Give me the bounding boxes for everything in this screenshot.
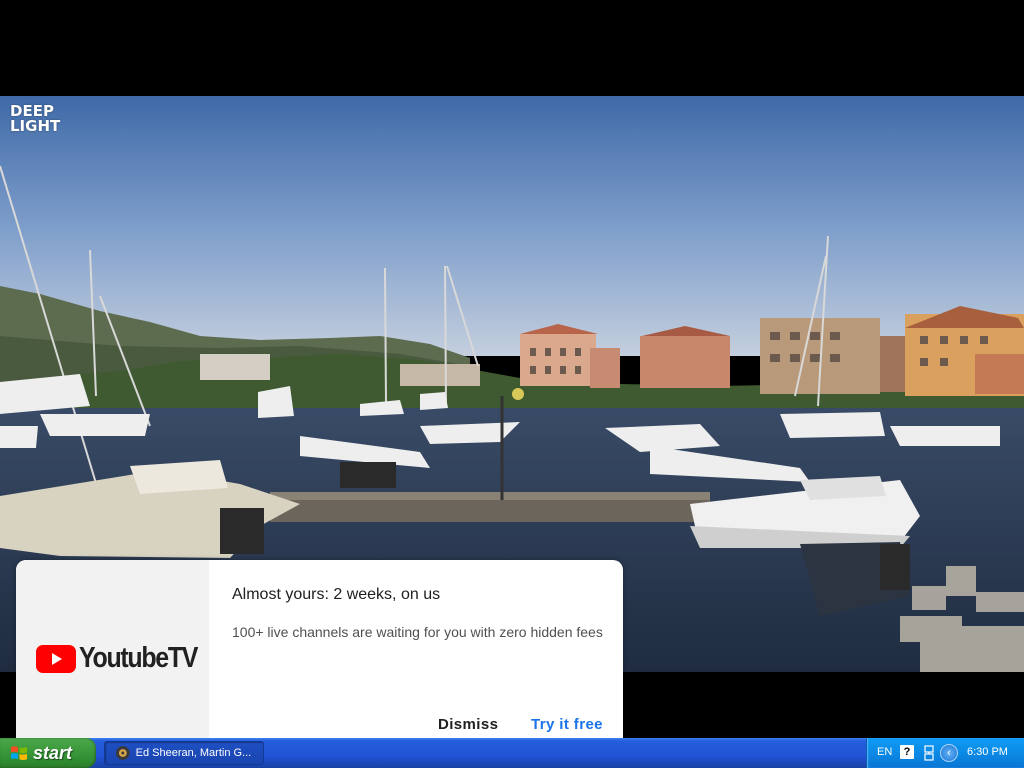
start-label: start xyxy=(33,742,73,763)
taskbar-window-label: Ed Sheeran, Martin G... xyxy=(135,747,252,759)
show-hidden-icons-chevron-icon[interactable]: ‹ xyxy=(940,744,958,762)
promo-brand-panel: YoutubeTV xyxy=(16,560,209,740)
clock[interactable]: 6:30 PM xyxy=(967,746,1008,758)
youtube-tv-wordmark: YoutubeTV xyxy=(79,642,198,674)
network-icon[interactable] xyxy=(923,744,935,762)
dismiss-button[interactable]: Dismiss xyxy=(438,716,498,733)
promo-body: 100+ live channels are waiting for you w… xyxy=(232,624,603,640)
start-button[interactable]: start xyxy=(0,738,96,768)
taskbar: start Ed Sheeran, Martin G... EN ? ‹ 6:3… xyxy=(0,738,1024,768)
language-indicator[interactable]: EN xyxy=(877,746,892,758)
try-it-free-button[interactable]: Try it free xyxy=(531,716,603,733)
youtube-play-icon xyxy=(36,644,76,673)
youtube-tv-logo: YoutubeTV xyxy=(36,642,216,675)
taskbar-window-button[interactable]: Ed Sheeran, Martin G... xyxy=(104,741,264,765)
youtube-tv-promo-card: YoutubeTV Almost yours: 2 weeks, on us 1… xyxy=(16,560,623,740)
media-player-icon xyxy=(115,746,130,760)
windows-flag-icon xyxy=(11,746,27,760)
help-icon[interactable]: ? xyxy=(900,745,914,759)
channel-watermark-line2: LIGHT xyxy=(10,117,61,135)
system-tray: EN ? ‹ 6:30 PM xyxy=(866,738,1024,768)
promo-title: Almost yours: 2 weeks, on us xyxy=(232,586,441,603)
channel-watermark: DEEP LIGHT xyxy=(10,104,60,134)
